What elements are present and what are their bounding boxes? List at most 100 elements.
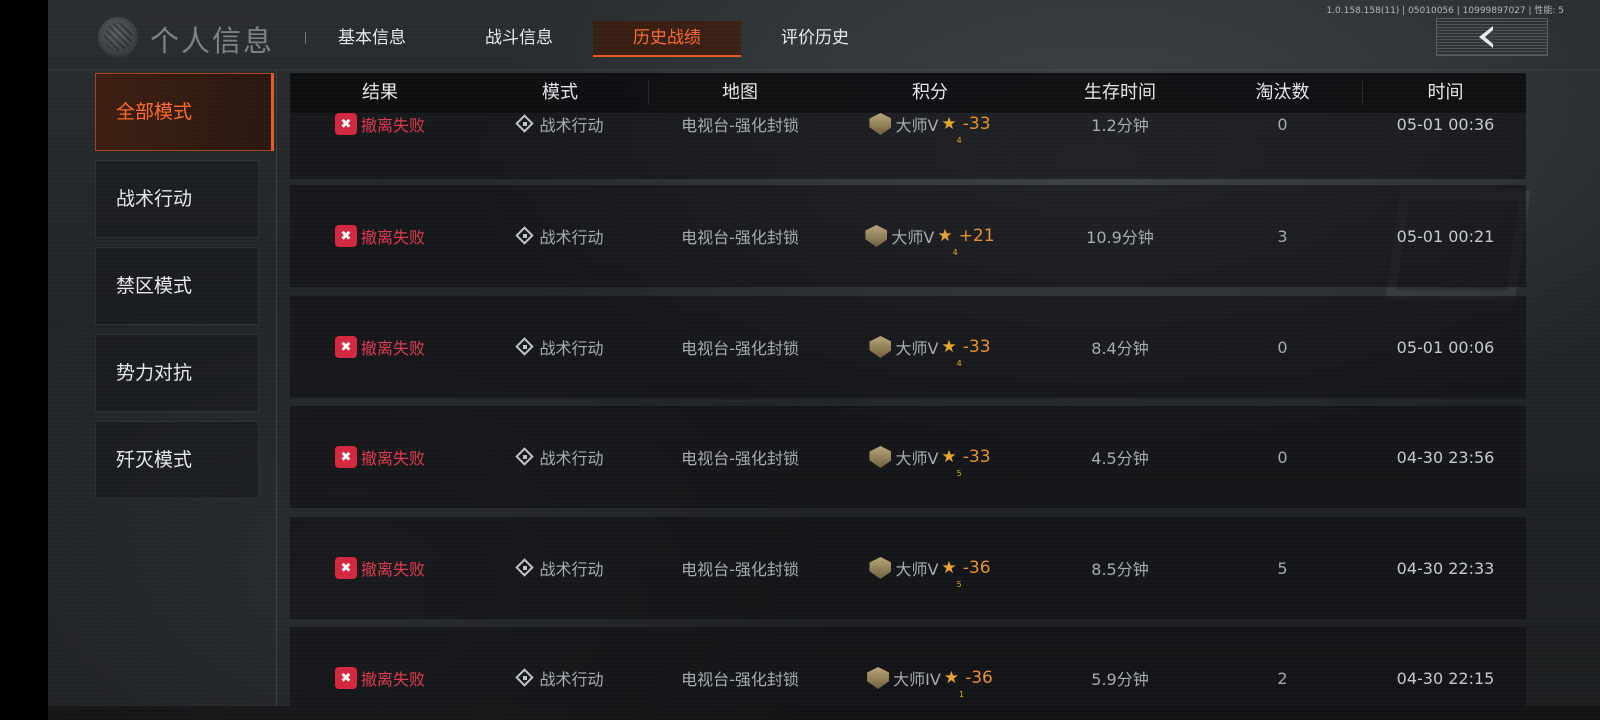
extraction-failed-icon: ✖ bbox=[334, 225, 357, 247]
tactical-mode-icon bbox=[516, 338, 534, 356]
kill-count: 2 bbox=[1277, 668, 1288, 688]
table-row[interactable]: ✖ 撤离失败 战术行动 电视台-强化封锁 大师V ★ 4 +21 10.9分钟 3 05… bbox=[290, 185, 1526, 287]
score-delta: -36 bbox=[962, 558, 991, 578]
star-level: 5 bbox=[956, 469, 962, 478]
column-header-kills: 淘汰数 bbox=[1255, 82, 1310, 103]
rank-badge-icon bbox=[869, 557, 892, 579]
header-divider bbox=[648, 81, 649, 105]
back-button[interactable] bbox=[1436, 18, 1548, 56]
tab-combat-info[interactable]: 战斗信息 bbox=[469, 21, 569, 55]
star-level: 4 bbox=[956, 359, 962, 368]
table-row[interactable]: ✖ 撤离失败 战术行动 电视台-强化封锁 大师V ★ 4 -33 8.4分钟 0 05-… bbox=[290, 296, 1526, 398]
result-text: 撤离失败 bbox=[360, 560, 425, 579]
rank-badge-icon bbox=[867, 667, 890, 689]
map-text: 电视台-强化封锁 bbox=[681, 449, 799, 468]
sidebar-divider bbox=[276, 70, 277, 706]
mode-text: 战术行动 bbox=[539, 228, 604, 247]
rank-text: 大师V bbox=[895, 116, 939, 135]
star-level: 5 bbox=[956, 580, 962, 589]
header-divider bbox=[1362, 81, 1363, 105]
page-title: 个人信息 bbox=[150, 24, 275, 58]
kill-count: 0 bbox=[1277, 447, 1288, 467]
kill-count: 3 bbox=[1277, 226, 1288, 246]
map-text: 电视台-强化封锁 bbox=[681, 339, 799, 358]
sidebar-item-all-modes[interactable]: 全部模式 bbox=[95, 73, 274, 151]
column-header-score: 积分 bbox=[912, 82, 948, 103]
tactical-mode-icon bbox=[516, 227, 534, 245]
title-divider bbox=[305, 32, 306, 44]
screen: 1.0.158.158(11) | 05010056 | 10999897027… bbox=[48, 0, 1600, 720]
score-delta: -36 bbox=[965, 668, 993, 688]
rank-badge-icon bbox=[869, 336, 892, 358]
rank-badge-icon bbox=[869, 113, 892, 135]
survival-time: 5.9分钟 bbox=[1091, 670, 1149, 689]
score-delta: +21 bbox=[958, 226, 995, 246]
rank-badge-icon bbox=[869, 446, 892, 468]
column-header-result: 结果 bbox=[362, 82, 398, 103]
header: 个人信息 基本信息 战斗信息 历史战绩 评价历史 bbox=[48, 0, 1600, 71]
survival-time: 8.5分钟 bbox=[1091, 560, 1149, 579]
rank-text: 大师V bbox=[895, 449, 939, 468]
star-icon: ★ bbox=[941, 447, 957, 467]
extraction-failed-icon: ✖ bbox=[334, 557, 357, 579]
survival-time: 10.9分钟 bbox=[1086, 228, 1154, 247]
kill-count: 5 bbox=[1277, 558, 1288, 578]
sidebar-item-faction-battle[interactable]: 势力对抗 bbox=[95, 334, 259, 412]
result-text: 撤离失败 bbox=[360, 339, 425, 358]
tab-basic-info[interactable]: 基本信息 bbox=[322, 21, 422, 55]
profile-emblem-icon bbox=[98, 17, 138, 57]
mode-text: 战术行动 bbox=[539, 116, 604, 135]
table-header: 结果 模式 地图 积分 生存时间 淘汰数 时间 bbox=[290, 73, 1526, 113]
star-level: 4 bbox=[956, 136, 962, 145]
match-list[interactable]: ✖ 撤离失败 战术行动 电视台-强化封锁 大师V ★ 4 -33 1.2分钟 0 05-… bbox=[290, 113, 1526, 706]
table-row[interactable]: ✖ 撤离失败 战术行动 电视台-强化封锁 大师V ★ 5 -36 8.5分钟 5 04-… bbox=[290, 517, 1526, 619]
table-row[interactable]: ✖ 撤离失败 战术行动 电视台-强化封锁 大师V ★ 5 -33 4.5分钟 0 04-… bbox=[290, 406, 1526, 508]
match-time: 05-01 00:06 bbox=[1396, 337, 1495, 357]
column-header-time: 时间 bbox=[1427, 82, 1464, 103]
match-time: 05-01 00:21 bbox=[1396, 226, 1495, 246]
table-row[interactable]: ✖ 撤离失败 战术行动 电视台-强化封锁 大师V ★ 4 -33 1.2分钟 0 05-… bbox=[290, 113, 1526, 179]
extraction-failed-icon: ✖ bbox=[334, 113, 357, 135]
mode-text: 战术行动 bbox=[539, 560, 604, 579]
result-text: 撤离失败 bbox=[360, 228, 425, 247]
kill-count: 0 bbox=[1277, 114, 1288, 134]
mode-text: 战术行动 bbox=[539, 670, 604, 689]
bottom-bar bbox=[48, 706, 1600, 720]
tab-match-history[interactable]: 历史战绩 bbox=[593, 21, 741, 57]
rank-text: 大师V bbox=[891, 228, 935, 247]
table-row[interactable]: ✖ 撤离失败 战术行动 电视台-强化封锁 大师IV ★ 1 -36 5.9分钟 2 04… bbox=[290, 627, 1526, 706]
star-level: 4 bbox=[952, 248, 958, 257]
match-time: 04-30 22:33 bbox=[1396, 558, 1495, 578]
survival-time: 1.2分钟 bbox=[1091, 116, 1149, 135]
match-time: 04-30 22:15 bbox=[1396, 668, 1495, 688]
result-text: 撤离失败 bbox=[360, 116, 425, 135]
rank-text: 大师IV bbox=[893, 670, 941, 689]
survival-time: 8.4分钟 bbox=[1091, 339, 1149, 358]
tactical-mode-icon bbox=[516, 669, 534, 687]
sidebar-item-tactical-ops[interactable]: 战术行动 bbox=[95, 160, 259, 238]
column-header-survival: 生存时间 bbox=[1084, 82, 1156, 103]
map-text: 电视台-强化封锁 bbox=[681, 560, 799, 579]
extraction-failed-icon: ✖ bbox=[334, 667, 357, 689]
sidebar-item-restricted-zone[interactable]: 禁区模式 bbox=[95, 247, 259, 325]
column-header-map: 地图 bbox=[722, 82, 758, 103]
mode-text: 战术行动 bbox=[539, 449, 604, 468]
star-icon: ★ bbox=[941, 337, 957, 357]
result-text: 撤离失败 bbox=[360, 670, 425, 689]
tab-rating-history[interactable]: 评价历史 bbox=[765, 21, 865, 55]
sidebar-item-annihilation[interactable]: 歼灭模式 bbox=[95, 421, 259, 499]
map-text: 电视台-强化封锁 bbox=[681, 670, 799, 689]
mode-text: 战术行动 bbox=[539, 339, 604, 358]
map-text: 电视台-强化封锁 bbox=[681, 228, 799, 247]
star-level: 1 bbox=[959, 690, 965, 699]
rank-badge-icon bbox=[865, 225, 888, 247]
extraction-failed-icon: ✖ bbox=[334, 336, 357, 358]
rank-text: 大师V bbox=[895, 560, 939, 579]
score-delta: -33 bbox=[962, 114, 991, 134]
score-delta: -33 bbox=[962, 337, 991, 357]
rank-text: 大师V bbox=[895, 339, 939, 358]
tactical-mode-icon bbox=[516, 115, 534, 133]
tactical-mode-icon bbox=[516, 559, 534, 577]
kill-count: 0 bbox=[1277, 337, 1288, 357]
match-time: 05-01 00:36 bbox=[1396, 114, 1495, 134]
